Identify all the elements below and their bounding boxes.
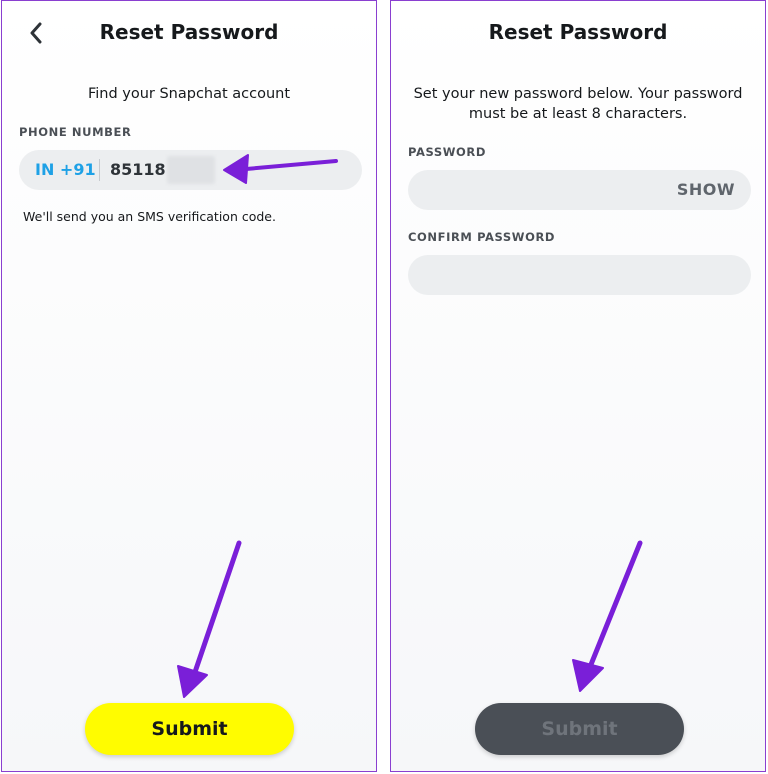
show-password-toggle[interactable]: SHOW [677, 180, 735, 199]
confirm-password-label: CONFIRM PASSWORD [408, 230, 556, 244]
page-subtitle-line1: Set your new password below. Your passwo… [413, 86, 743, 102]
phone-number-field[interactable]: IN +91 85118 [19, 150, 362, 190]
phone-number-label: PHONE NUMBER [19, 125, 132, 139]
right-screen: Reset Password Set your new password bel… [390, 0, 766, 772]
confirm-password-input[interactable] [408, 255, 751, 295]
country-code-selector[interactable]: IN +91 [35, 160, 96, 179]
page-subtitle-line2: must be at least 8 characters. [468, 106, 688, 122]
redacted-digits [167, 156, 215, 184]
password-label: PASSWORD [408, 145, 486, 159]
field-divider [99, 159, 100, 181]
page-title: Reset Password [488, 20, 668, 44]
page-subtitle: Find your Snapchat account [87, 86, 291, 102]
submit-button[interactable]: Submit [475, 703, 684, 755]
sms-hint: We'll send you an SMS verification code. [23, 209, 276, 224]
left-screen: Reset Password Find your Snapchat accoun… [1, 0, 377, 772]
password-input[interactable]: SHOW [408, 170, 751, 210]
submit-button[interactable]: Submit [85, 703, 294, 755]
page-title: Reset Password [99, 20, 279, 44]
phone-number-input[interactable]: 85118 [110, 160, 166, 179]
